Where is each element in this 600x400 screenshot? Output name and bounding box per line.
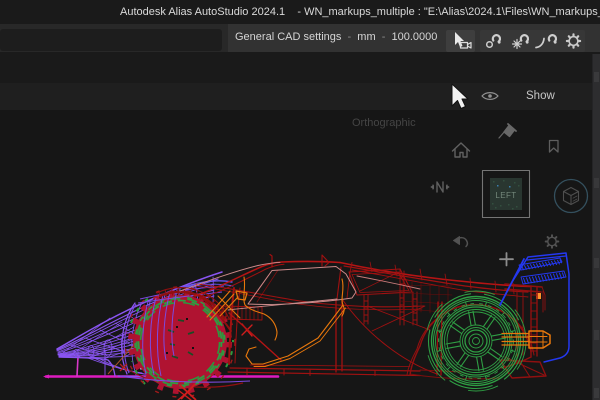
svg-text:LEFT: LEFT	[495, 191, 516, 200]
